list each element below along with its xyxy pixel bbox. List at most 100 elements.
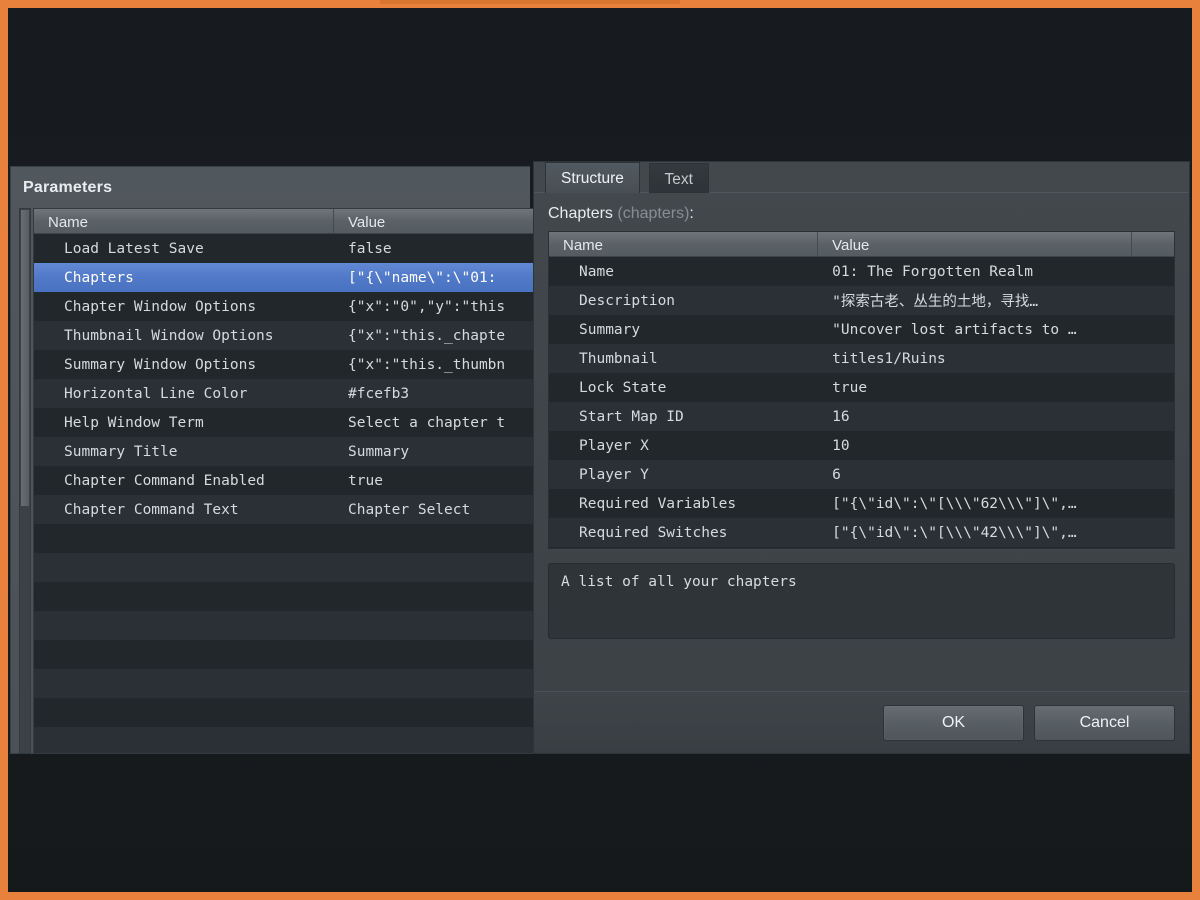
parameters-grid: Name Value Load Latest Save false Chapters… xyxy=(33,208,541,754)
cell-value: 16 xyxy=(832,408,850,425)
cell-value: false xyxy=(348,240,392,257)
table-row[interactable]: Chapter Command Enabled true xyxy=(34,466,541,495)
cell-value: ["{\"id\":\"[\\\"42\\\"]\",… xyxy=(832,524,1077,541)
cell-value: 01: The Forgotten Realm xyxy=(832,263,1033,280)
cell-value: Select a chapter t xyxy=(348,414,506,431)
cell-value: {"x":"0","y":"this xyxy=(348,298,506,315)
cell-value: 6 xyxy=(832,466,841,483)
table-row[interactable] xyxy=(34,698,541,727)
table-row[interactable]: Thumbnail titles1/Ruins xyxy=(549,344,1174,373)
cell-value: true xyxy=(348,472,383,489)
cell-name: Required Variables xyxy=(579,495,737,512)
table-row[interactable]: Description "探索古老、丛生的土地，寻找… xyxy=(549,286,1174,315)
parameters-title: Parameters xyxy=(23,179,113,196)
table-row[interactable] xyxy=(34,611,541,640)
table-row[interactable]: Summary Title Summary xyxy=(34,437,541,466)
parameters-scrollbar-thumb[interactable] xyxy=(21,210,29,506)
table-row[interactable]: Name 01: The Forgotten Realm xyxy=(549,257,1174,286)
cell-name: Chapter Window Options xyxy=(64,298,257,315)
window-top-notch xyxy=(380,0,680,4)
help-box: A list of all your chapters xyxy=(548,563,1175,639)
cell-name: Description xyxy=(579,292,676,309)
parameters-column-header-name[interactable]: Name xyxy=(34,209,334,233)
parameters-row-list: Load Latest Save false Chapters ["{\"name\"… xyxy=(34,234,541,753)
cell-name: Summary Title xyxy=(64,443,178,460)
ok-button[interactable]: OK xyxy=(883,704,1024,741)
cell-name: Chapters xyxy=(64,269,134,286)
cell-value: {"x":"this._chapte xyxy=(348,327,506,344)
parameters-grid-header: Name Value xyxy=(34,209,541,234)
cancel-button[interactable]: Cancel xyxy=(1034,704,1175,741)
cell-name: Chapter Command Enabled xyxy=(64,472,265,489)
application-frame: Parameters Name Value Load Latest Save fa… xyxy=(0,0,1200,900)
table-row[interactable]: Required Switches ["{\"id\":\"[\\\"42\\\"… xyxy=(549,518,1174,547)
table-row[interactable]: Summary "Uncover lost artifacts to … xyxy=(549,315,1174,344)
cell-value: Chapter Select xyxy=(348,501,471,518)
table-row[interactable] xyxy=(34,669,541,698)
field-label-key: (chapters) xyxy=(617,205,690,222)
cell-value: #fcefb3 xyxy=(348,385,410,402)
parameters-scrollbar[interactable] xyxy=(19,208,31,754)
cell-name: Load Latest Save xyxy=(64,240,204,257)
table-row[interactable]: Horizontal Line Color #fcefb3 xyxy=(34,379,541,408)
cell-name: Chapter Command Text xyxy=(64,501,239,518)
table-row[interactable]: Chapters ["{\"name\":\"01: xyxy=(34,263,541,292)
table-row[interactable] xyxy=(34,553,541,582)
cell-value: ["{\"name\":\"01: xyxy=(348,269,497,286)
field-label-colon: : xyxy=(689,205,694,222)
structure-column-header-value[interactable]: Value xyxy=(818,232,1133,256)
field-label: Chapters (chapters): xyxy=(548,205,1175,223)
table-row[interactable]: Start Map ID 16 xyxy=(549,402,1174,431)
table-row[interactable]: Required Variables ["{\"id\":\"[\\\"62\\\… xyxy=(549,489,1174,518)
parameters-panel: Parameters Name Value Load Latest Save fa… xyxy=(10,166,541,754)
table-row[interactable]: Help Window Term Select a chapter t xyxy=(34,408,541,437)
cell-value: true xyxy=(832,379,868,396)
cell-name: Start Map ID xyxy=(579,408,684,425)
field-label-title: Chapters xyxy=(548,205,613,222)
table-row[interactable] xyxy=(34,582,541,611)
table-row[interactable]: Player X 10 xyxy=(549,431,1174,460)
cell-name: Lock State xyxy=(579,379,667,396)
cell-value: ["{\"id\":\"[\\\"62\\\"]\",… xyxy=(832,495,1077,512)
cell-value: {"x":"this._thumbn xyxy=(348,356,506,373)
parameters-column-header-value[interactable]: Value xyxy=(334,209,540,233)
table-row[interactable] xyxy=(34,727,541,753)
structure-column-header-spacer[interactable] xyxy=(1132,232,1174,256)
table-row[interactable]: Lock State true xyxy=(549,373,1174,402)
cell-value: titles1/Ruins xyxy=(832,350,946,367)
cell-value: 10 xyxy=(832,437,850,454)
cell-name: Summary Window Options xyxy=(64,356,257,373)
table-row[interactable]: Load Latest Save false xyxy=(34,234,541,263)
cell-name: Thumbnail Window Options xyxy=(64,327,274,344)
structure-column-header-name[interactable]: Name xyxy=(549,232,819,256)
table-row[interactable] xyxy=(549,547,1174,548)
structure-grid-header: Name Value xyxy=(549,232,1174,257)
structure-row-list: Name 01: The Forgotten Realm Description "探… xyxy=(549,257,1174,548)
dialog-footer: OK Cancel xyxy=(534,691,1189,753)
cell-name: Player X xyxy=(579,437,649,454)
cell-name: Required Switches xyxy=(579,524,728,541)
cell-name: Summary xyxy=(579,321,641,338)
table-row[interactable]: Player Y 6 xyxy=(549,460,1174,489)
cell-value: "探索古老、丛生的土地，寻找… xyxy=(832,294,1039,310)
dialog-tab-bar: Structure Text xyxy=(534,162,1189,193)
table-row[interactable]: Chapter Window Options {"x":"0","y":"this xyxy=(34,292,541,321)
cell-name: Help Window Term xyxy=(64,414,204,431)
table-row[interactable]: Thumbnail Window Options {"x":"this._chap… xyxy=(34,321,541,350)
tab-text[interactable]: Text xyxy=(648,163,709,193)
cell-name: Horizontal Line Color xyxy=(64,385,248,402)
dialog-body: Chapters (chapters): Name Value Name 01: … xyxy=(534,193,1189,639)
cell-name: Thumbnail xyxy=(579,350,658,367)
table-row[interactable] xyxy=(34,524,541,553)
cell-value: Summary xyxy=(348,443,410,460)
tab-structure[interactable]: Structure xyxy=(545,162,640,193)
parameter-editor-dialog: Structure Text Chapters (chapters): Name… xyxy=(533,161,1190,754)
cell-value: "Uncover lost artifacts to … xyxy=(832,321,1077,338)
help-text: A list of all your chapters xyxy=(561,574,797,590)
cell-name: Player Y xyxy=(579,466,649,483)
cell-name: Name xyxy=(579,263,614,280)
table-row[interactable] xyxy=(34,640,541,669)
structure-grid: Name Value Name 01: The Forgotten Realm De… xyxy=(548,231,1175,549)
table-row[interactable]: Chapter Command Text Chapter Select xyxy=(34,495,541,524)
table-row[interactable]: Summary Window Options {"x":"this._thumbn xyxy=(34,350,541,379)
